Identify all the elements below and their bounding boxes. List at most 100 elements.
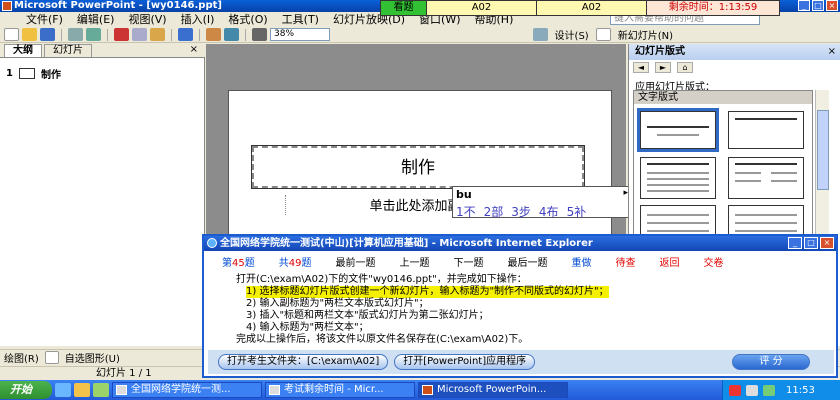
dialog-title: 全国网络学院统一测试(中山)[计算机应用基础] - Microsoft Inte…: [220, 238, 593, 249]
score-button[interactable]: 评 分: [732, 354, 810, 370]
outline-tabs: 大纲 幻灯片: [0, 44, 205, 58]
open-app-button[interactable]: 打开[PowerPoint]应用程序: [394, 354, 536, 370]
menu-tools[interactable]: 工具(T): [282, 11, 319, 27]
zoom-select[interactable]: 38%: [270, 28, 330, 41]
separator: [61, 28, 62, 41]
menu-insert[interactable]: 插入(I): [181, 11, 215, 27]
forward-icon[interactable]: ►: [655, 62, 671, 73]
ime-candidate[interactable]: 3步: [511, 203, 531, 220]
ime-candidate[interactable]: 1不: [456, 203, 476, 220]
tray-network-icon[interactable]: [746, 384, 758, 396]
ie-icon: [269, 385, 280, 395]
ime-candidate-window: bu ▸ 1不 2部 3步 4布 5补: [452, 186, 632, 220]
last-question-button[interactable]: 最后一题: [495, 254, 559, 269]
first-question-button[interactable]: 最前一题: [323, 254, 387, 269]
home-icon[interactable]: ⌂: [677, 62, 693, 73]
taskbar-item-timer[interactable]: 考试剩余时间 - Micr...: [265, 382, 415, 398]
table-icon[interactable]: [224, 28, 239, 41]
layout-title-only[interactable]: [728, 111, 804, 149]
save-icon[interactable]: [40, 28, 55, 41]
cut-icon[interactable]: [114, 28, 129, 41]
outline-pane: 大纲 幻灯片 × 1 制作: [0, 44, 205, 346]
autoshape-menu-button[interactable]: 自选图形(U): [65, 350, 120, 365]
folder-quicklaunch-icon[interactable]: [74, 383, 90, 397]
menu-edit[interactable]: 编辑(E): [77, 11, 115, 27]
ime-candidate[interactable]: 2部: [484, 203, 504, 220]
layout-title-and-text[interactable]: [640, 157, 716, 199]
question-line: 2) 输入副标题为"两栏文本版式幻灯片"；: [246, 298, 429, 309]
dialog-minimize-button[interactable]: _: [788, 237, 802, 249]
redo-button[interactable]: 重做: [559, 254, 603, 269]
window-title: Microsoft PowerPoint - [wy0146.ppt]: [14, 0, 222, 11]
start-button[interactable]: 开始: [0, 381, 52, 399]
layout-title-slide[interactable]: [637, 108, 719, 152]
grid-icon[interactable]: [252, 28, 267, 41]
ime-candidate[interactable]: 4布: [539, 203, 559, 220]
select-arrow-icon[interactable]: [44, 351, 59, 364]
scrollbar-thumb[interactable]: [817, 110, 829, 190]
ie-icon: [116, 385, 127, 395]
maximize-button[interactable]: □: [812, 0, 824, 11]
tray-volume-icon[interactable]: [763, 384, 775, 396]
ime-input-code: bu: [456, 188, 472, 201]
separator: [171, 28, 172, 41]
view-question-button[interactable]: 看题: [381, 1, 427, 15]
taskbar-item-exam[interactable]: 全国网络学院统一测...: [112, 382, 262, 398]
tab-outline[interactable]: 大纲: [4, 44, 42, 57]
total-questions: 共49题: [278, 257, 312, 269]
dialog-maximize-button[interactable]: □: [804, 237, 818, 249]
taskbar-item-powerpoint[interactable]: Microsoft PowerPoin...: [418, 382, 568, 398]
slide-title-placeholder[interactable]: 制作: [251, 145, 585, 189]
next-question-button[interactable]: 下一题: [441, 254, 495, 269]
pending-button[interactable]: 待查: [603, 254, 647, 269]
ie-quicklaunch-icon[interactable]: [55, 383, 71, 397]
dialog-window-controls: _ □ ×: [788, 237, 834, 249]
separator: [107, 28, 108, 41]
copy-icon[interactable]: [132, 28, 147, 41]
print-icon[interactable]: [68, 28, 83, 41]
preview-icon[interactable]: [86, 28, 101, 41]
outline-slide-title: 制作: [40, 70, 61, 81]
chart-icon[interactable]: [206, 28, 221, 41]
new-icon[interactable]: [4, 28, 19, 41]
open-icon[interactable]: [22, 28, 37, 41]
outline-close-icon[interactable]: ×: [190, 44, 198, 55]
minimize-button[interactable]: _: [798, 0, 810, 11]
ime-candidate[interactable]: 5补: [567, 203, 587, 220]
prev-question-button[interactable]: 上一题: [387, 254, 441, 269]
exam-status-bar: 看题 A02 A02 剩余时间：1:13:59: [380, 0, 780, 16]
task-pane-title: 幻灯片版式: [629, 44, 840, 60]
outline-slide-item[interactable]: 1 制作: [6, 66, 61, 81]
draw-menu-button[interactable]: 绘图(R): [4, 350, 39, 365]
undo-icon[interactable]: [178, 28, 193, 41]
tray-ime-icon[interactable]: [729, 384, 741, 396]
submit-button[interactable]: 交卷: [691, 254, 735, 269]
menu-format[interactable]: 格式(O): [228, 11, 267, 27]
exam-dialog-window: 全国网络学院统一测试(中山)[计算机应用基础] - Microsoft Inte…: [202, 234, 838, 378]
standard-toolbar: 38% 设计(S) 新幻灯片(N): [0, 27, 840, 43]
back-icon[interactable]: ◄: [633, 62, 649, 73]
remaining-time: 剩余时间：1:13:59: [647, 1, 779, 15]
exam-folder-cell: A02: [427, 1, 537, 15]
tab-slides[interactable]: 幻灯片: [44, 44, 92, 57]
dialog-close-button[interactable]: ×: [820, 237, 834, 249]
menu-file[interactable]: 文件(F): [26, 11, 63, 27]
highlighted-step: 1) 选择标题幻灯片版式创建一个新幻灯片，输入标题为"制作不同版式的幻灯片"；: [246, 286, 609, 298]
open-exam-folder-button[interactable]: 打开考生文件夹：[C:\exam\A02]: [218, 354, 389, 370]
exam-id-cell: A02: [537, 1, 647, 15]
system-tray: 11:53: [722, 380, 840, 400]
ime-candidates: 1不 2部 3步 4布 5补: [456, 203, 586, 220]
close-button[interactable]: ×: [826, 0, 838, 11]
return-button[interactable]: 返回: [647, 254, 691, 269]
media-quicklaunch-icon[interactable]: [93, 383, 109, 397]
question-line: 1) 选择标题幻灯片版式创建一个新幻灯片，输入标题为"制作不同版式的幻灯片"；: [236, 286, 832, 298]
menu-view[interactable]: 视图(V): [128, 11, 166, 27]
new-slide-button[interactable]: 新幻灯片(N): [614, 27, 677, 42]
task-pane-nav: ◄ ► ⌂: [633, 62, 713, 74]
layout-title-and-two-columns[interactable]: [728, 157, 804, 199]
question-line: 3) 插入"标题和两栏文本"版式幻灯片为第二张幻灯片；: [246, 310, 489, 321]
paste-icon[interactable]: [150, 28, 165, 41]
design-button[interactable]: 设计(S): [551, 27, 593, 42]
task-pane-close-icon[interactable]: ×: [828, 44, 836, 60]
ie-icon: [207, 238, 217, 248]
